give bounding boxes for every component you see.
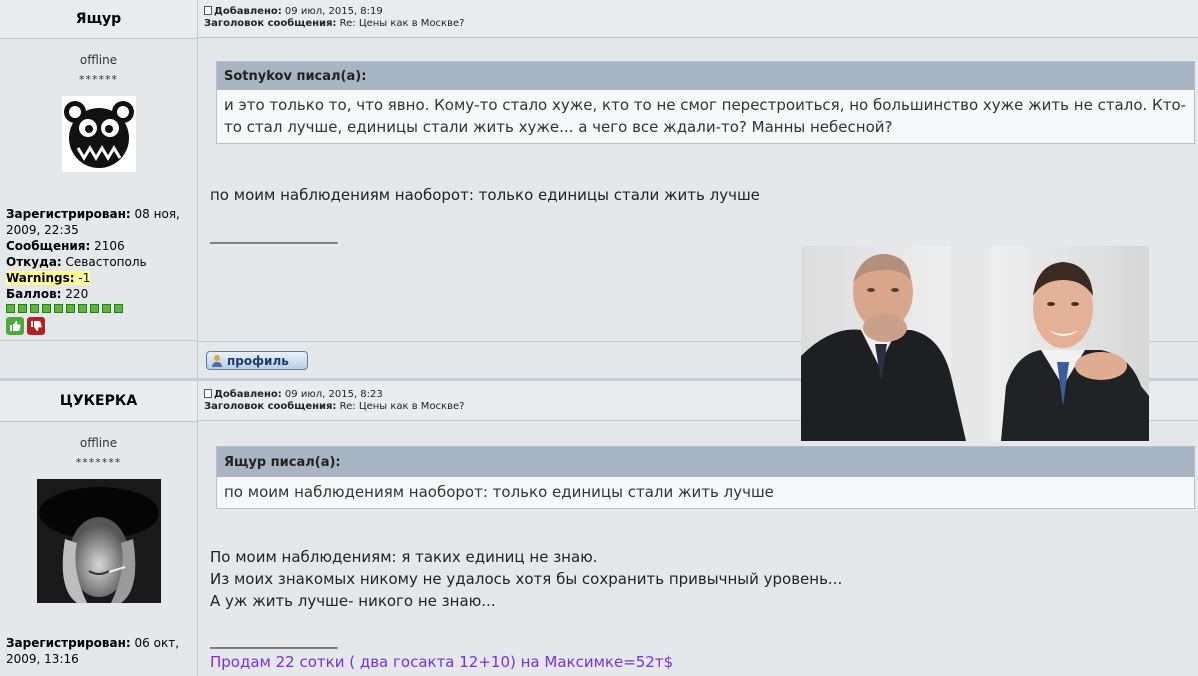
online-status: offline (79, 53, 118, 67)
rep-dot (30, 304, 39, 313)
quote-text: по моим наблюдениям наоборот: только еди… (224, 483, 774, 501)
subject-label: Заголовок сообщения: (204, 18, 337, 29)
rep-dot (54, 304, 63, 313)
quote-author: Ящур писал(а): (217, 447, 1194, 477)
online-status: offline (79, 436, 118, 450)
avatar (36, 479, 161, 603)
thumbs-down-icon[interactable] (27, 317, 45, 335)
post-meta: Добавлено: 09 июл, 2015, 8:19 Заголовок … (198, 0, 1198, 38)
added-date: 09 июл, 2015, 8:19 (284, 6, 383, 17)
author-info: Зарегистрирован: 06 окт, 2009, 13:16 (0, 635, 197, 667)
warnings-badge: Warnings: -1 (6, 271, 91, 285)
quote-text: и это только то, что явно. Кому-то стало… (224, 96, 1187, 136)
embedded-photo (801, 246, 1149, 441)
signature-separator: _________________ (210, 226, 338, 244)
post-line: А уж жить лучше- никого не знаю... (210, 592, 496, 610)
author-info: Зарегистрирован: 08 ноя, 2009, 22:35 Соо… (0, 206, 197, 302)
rep-dot (66, 304, 75, 313)
rep-dot (102, 304, 111, 313)
rep-dot (18, 304, 27, 313)
profile-button-label: профиль (227, 353, 289, 368)
signature-ad: Продам 22 сотки ( два госакта 12+10) на … (210, 653, 674, 671)
subject-label: Заголовок сообщения: (204, 401, 337, 412)
points-value: 220 (65, 287, 89, 301)
avatar-wrap (0, 96, 197, 172)
avatar (61, 96, 136, 172)
points-label: Баллов: (6, 287, 62, 301)
post-icon[interactable] (204, 389, 212, 398)
thumbs-up-icon[interactable] (6, 317, 24, 335)
registered-label: Зарегистрирован: (6, 636, 131, 650)
author-name[interactable]: ЦУКЕРКА (0, 381, 197, 422)
user-icon (212, 354, 222, 367)
profile-button[interactable]: профиль (206, 351, 308, 370)
author-footer (0, 340, 197, 341)
post-body: по моим наблюдениям наоборот: только еди… (210, 186, 760, 204)
rep-dot (114, 304, 123, 313)
post-icon[interactable] (204, 6, 212, 15)
from-value: Севастополь (65, 255, 147, 269)
warnings-label: Warnings: (6, 271, 75, 285)
post-line: Из моих знакомых никому не удалось хотя … (210, 570, 843, 588)
subject-value: Re: Цены как в Москве? (339, 401, 465, 412)
added-label: Добавлено: (214, 6, 282, 17)
avatar-wrap (0, 479, 197, 603)
added-label: Добавлено: (214, 389, 282, 400)
rank-stars: ******* (75, 456, 122, 469)
quote-box: Sotnykov писал(а): и это только то, что … (216, 61, 1195, 144)
messages-label: Сообщения: (6, 239, 91, 253)
quote-box: Ящур писал(а): по моим наблюдениям наобо… (216, 446, 1195, 509)
reputation-bar (0, 304, 197, 313)
registered-label: Зарегистрирован: (6, 207, 131, 221)
added-date: 09 июл, 2015, 8:23 (284, 389, 383, 400)
rank-stars: ****** (79, 73, 118, 86)
subject-value: Re: Цены как в Москве? (339, 18, 465, 29)
author-name[interactable]: Ящур (0, 0, 197, 39)
messages-value: 2106 (94, 239, 125, 253)
vote-buttons (0, 317, 197, 335)
rep-dot (90, 304, 99, 313)
quote-author: Sotnykov писал(а): (217, 62, 1194, 90)
rep-dot (6, 304, 15, 313)
rep-dot (42, 304, 51, 313)
rep-dot (78, 304, 87, 313)
author-panel: ЦУКЕРКА offline ******* Зарегистрирован:… (0, 381, 198, 676)
warnings-value: -1 (78, 271, 91, 285)
author-panel: Ящур offline ****** Зарегистрирован: 08 … (0, 0, 198, 378)
signature-separator: _________________ (210, 631, 338, 649)
from-label: Откуда: (6, 255, 62, 269)
post-body: По моим наблюдениям: я таких единиц не з… (210, 546, 842, 612)
post-line: По моим наблюдениям: я таких единиц не з… (210, 548, 598, 566)
